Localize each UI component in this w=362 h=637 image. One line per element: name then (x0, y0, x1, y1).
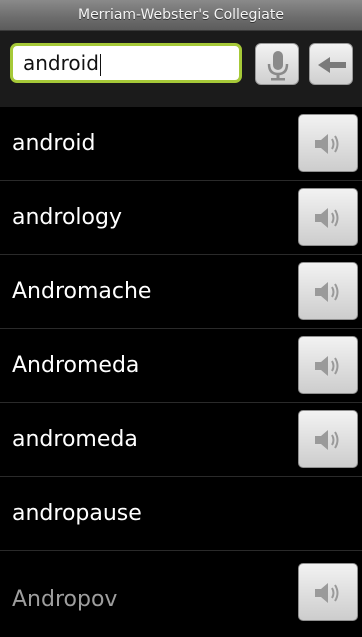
result-word: andropause (12, 501, 142, 526)
pronounce-button[interactable] (298, 262, 358, 320)
result-row[interactable]: android (0, 107, 362, 181)
result-row[interactable]: Andromache (0, 255, 362, 329)
result-row[interactable]: Andropov (0, 551, 362, 621)
result-word: andrology (12, 205, 122, 230)
result-row[interactable]: andropause (0, 477, 362, 551)
app-title: Merriam-Webster's Collegiate (77, 7, 284, 23)
backspace-button[interactable] (309, 43, 353, 85)
result-word: Andromeda (12, 353, 140, 378)
microphone-icon (267, 51, 289, 81)
text-cursor (99, 53, 102, 76)
pronounce-button[interactable] (298, 410, 358, 468)
speaker-icon (315, 134, 339, 154)
result-word: andromeda (12, 427, 138, 452)
search-input-value: android (23, 51, 99, 75)
speaker-icon (315, 583, 339, 603)
pronounce-button[interactable] (298, 188, 358, 246)
app-title-bar: Merriam-Webster's Collegiate (0, 0, 362, 31)
result-row[interactable]: Andromeda (0, 329, 362, 403)
search-bar: android (0, 31, 362, 107)
pronounce-button[interactable] (298, 114, 358, 172)
speaker-icon (315, 430, 339, 450)
result-row[interactable]: andrology (0, 181, 362, 255)
pronounce-button[interactable] (298, 336, 358, 394)
results-list: android andrology Andromache Andromeda a… (0, 107, 362, 621)
speaker-icon (315, 208, 339, 228)
result-word: Andromache (12, 279, 152, 304)
speaker-icon (315, 356, 339, 376)
voice-search-button[interactable] (255, 43, 299, 85)
result-word: android (12, 131, 96, 156)
speaker-icon (315, 282, 339, 302)
result-row[interactable]: andromeda (0, 403, 362, 477)
result-word: Andropov (12, 587, 118, 612)
search-input[interactable]: android (10, 43, 242, 83)
pronounce-button[interactable] (298, 563, 358, 621)
back-arrow-icon (318, 57, 346, 73)
